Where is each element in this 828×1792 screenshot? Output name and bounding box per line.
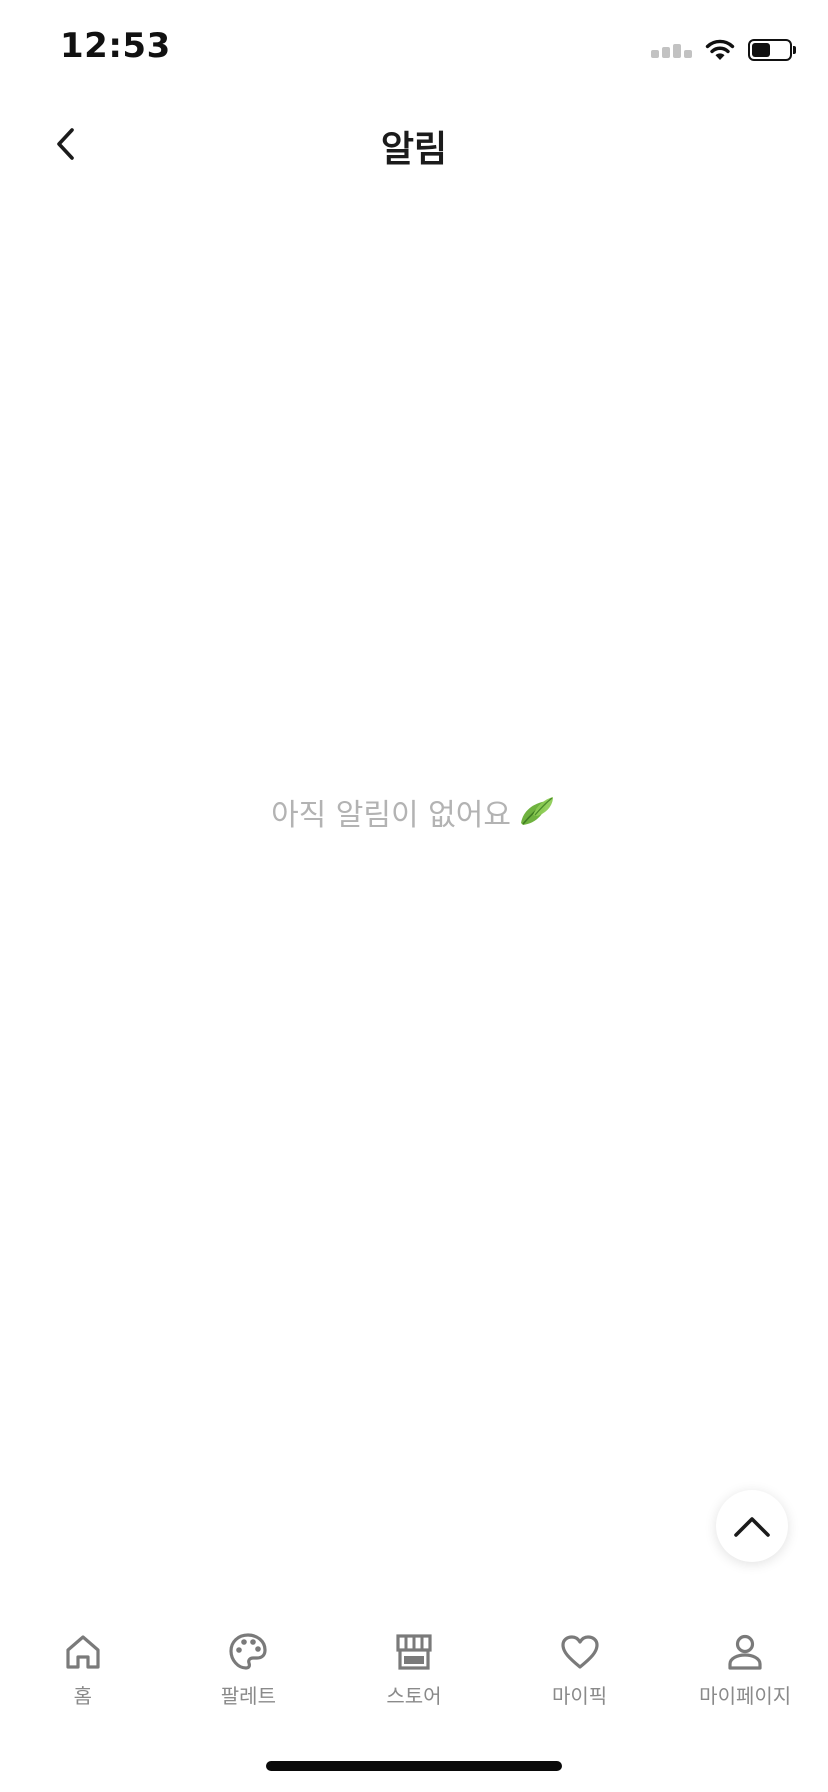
tab-label: 스토어 <box>386 1684 442 1708</box>
heart-icon <box>558 1630 602 1674</box>
header: 알림 <box>0 100 828 190</box>
tab-label: 마이픽 <box>551 1684 608 1708</box>
tab-mypick[interactable]: 마이픽 <box>497 1610 663 1720</box>
leaf-icon <box>520 797 553 825</box>
home-indicator <box>266 1761 562 1771</box>
empty-state: 아직 알림이 없어요 <box>0 790 828 834</box>
wifi-icon <box>705 39 735 60</box>
tab-home[interactable]: 홈 <box>0 1610 166 1720</box>
empty-message: 아직 알림이 없어요 <box>271 798 511 833</box>
home-icon <box>61 1630 105 1674</box>
palette-icon <box>226 1630 270 1674</box>
page-title: 알림 <box>380 129 448 170</box>
cellular-signal-icon <box>651 42 692 58</box>
tab-bar: 홈 팔레트 스토어 마이픽 마이페이지 <box>0 1610 828 1720</box>
status-time: 12:53 <box>60 26 171 66</box>
battery-icon <box>748 39 796 61</box>
chevron-up-icon <box>734 1517 770 1537</box>
tab-store[interactable]: 스토어 <box>331 1610 497 1720</box>
store-icon <box>392 1630 436 1674</box>
status-icons <box>651 36 796 64</box>
tab-label: 마이페이지 <box>699 1684 792 1708</box>
person-icon <box>723 1630 767 1674</box>
tab-mypage[interactable]: 마이페이지 <box>662 1610 828 1720</box>
tab-palette[interactable]: 팔레트 <box>166 1610 332 1720</box>
status-bar: 12:53 <box>0 0 828 100</box>
tab-label: 홈 <box>73 1684 92 1708</box>
scroll-to-top-button[interactable] <box>716 1490 788 1562</box>
tab-label: 팔레트 <box>220 1684 276 1708</box>
